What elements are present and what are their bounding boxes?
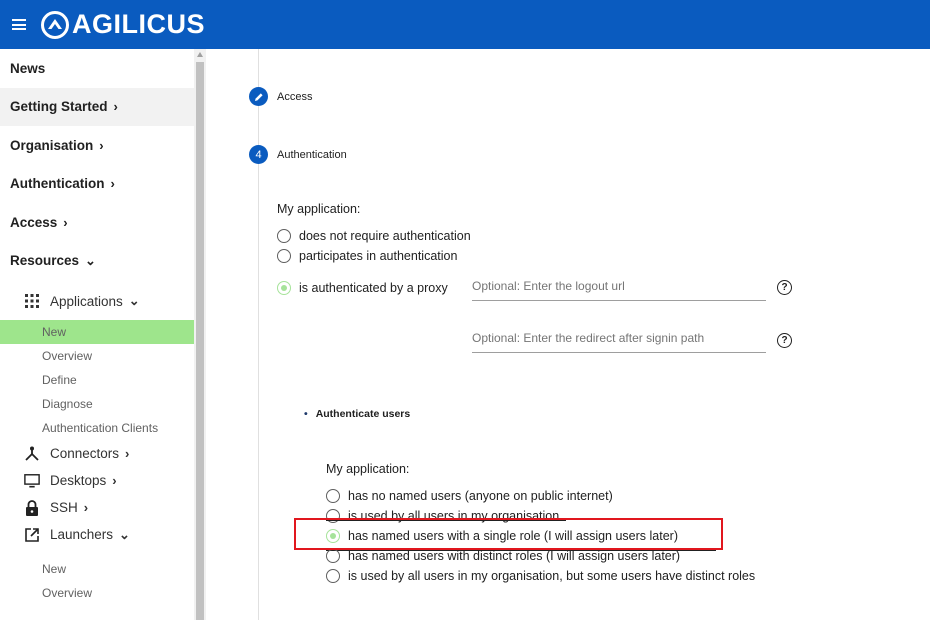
radio-authenticated-by-proxy[interactable]: is authenticated by a proxy	[277, 281, 448, 295]
sidebar-item-label: News	[10, 60, 46, 76]
sidebar-item-resources[interactable]: Resources ⌄	[0, 242, 194, 281]
chevron-down-icon: ⌄	[85, 252, 96, 268]
agilicus-logo-icon	[41, 10, 69, 39]
chevron-right-icon: ›	[63, 214, 68, 230]
redirect-path-field[interactable]	[472, 329, 766, 353]
sidebar-item-label: Connectors	[50, 446, 120, 461]
network-icon	[24, 446, 40, 462]
chevron-right-icon: ›	[112, 473, 117, 488]
scrollbar-thumb[interactable]	[196, 62, 204, 620]
chevron-down-icon: ⌄	[128, 293, 140, 308]
menu-icon[interactable]	[12, 17, 26, 33]
sidebar-item-ssh[interactable]: SSH ›	[0, 494, 194, 521]
radio-participates-authentication[interactable]: participates in authentication	[277, 249, 457, 263]
sidebar-item-applications-overview[interactable]: Overview	[0, 344, 194, 368]
sidebar-item-launchers-overview[interactable]: Overview	[0, 581, 194, 605]
sidebar-item-label: SSH	[50, 500, 78, 515]
sidebar-item-applications-new[interactable]: New	[0, 320, 194, 344]
users-prompt: My application:	[326, 462, 410, 476]
top-app-bar: AGILICUS	[0, 0, 930, 49]
sidebar-item-launchers[interactable]: Launchers ⌄	[0, 521, 194, 548]
radio-circle[interactable]	[326, 549, 340, 563]
step-edit-icon[interactable]	[249, 87, 268, 106]
sidebar-item-applications[interactable]: Applications ⌄	[0, 282, 194, 320]
radio-circle[interactable]	[277, 249, 291, 263]
radio-label: does not require authentication	[299, 229, 471, 243]
sidebar-item-label: New	[42, 325, 67, 339]
app-logo[interactable]: AGILICUS	[40, 9, 205, 40]
sidebar-item-connectors[interactable]: Connectors ›	[0, 440, 194, 467]
sidebar-item-label: Define	[42, 373, 77, 387]
chevron-right-icon: ›	[125, 446, 130, 461]
radio-label: participates in authentication	[299, 249, 458, 263]
radio-all-users-some-distinct[interactable]: is used by all users in my organisation,…	[326, 569, 755, 583]
sidebar-item-access[interactable]: Access ›	[0, 203, 194, 242]
sidebar-item-label: Authentication	[10, 176, 105, 192]
step-label-access[interactable]: Access	[277, 91, 312, 103]
radio-no-authentication[interactable]: does not require authentication	[277, 229, 471, 243]
redirect-path-input[interactable]	[472, 329, 766, 345]
chevron-right-icon: ›	[113, 99, 118, 115]
radio-distinct-roles[interactable]: has named users with distinct roles (I w…	[326, 549, 680, 563]
sidebar-item-label: New	[42, 562, 67, 576]
chevron-right-icon: ›	[99, 137, 104, 153]
chevron-down-icon: ⌄	[119, 526, 130, 542]
logout-url-input[interactable]	[472, 277, 766, 293]
radio-label: has named users with distinct roles (I w…	[348, 549, 681, 563]
scroll-up-arrow-icon[interactable]	[197, 52, 203, 57]
sidebar-item-news[interactable]: News	[0, 49, 194, 88]
chevron-right-icon: ›	[83, 500, 89, 515]
sidebar-item-authentication-clients[interactable]: Authentication Clients	[0, 416, 194, 440]
sidebar-item-label: Organisation	[10, 137, 94, 153]
sidebar-item-label: Launchers	[50, 527, 114, 542]
sidebar-item-label: Overview	[42, 586, 93, 600]
radio-circle-selected[interactable]	[277, 281, 291, 295]
sidebar-item-desktops[interactable]: Desktops ›	[0, 467, 194, 494]
radio-circle[interactable]	[326, 569, 340, 583]
lock-icon	[24, 499, 40, 516]
stepper-line	[258, 49, 259, 620]
step-number-badge: 4	[249, 145, 268, 164]
sidebar: News Getting Started › Organisation › Auth…	[0, 49, 194, 620]
sidebar-item-authentication[interactable]: Authentication ›	[0, 165, 194, 204]
app-name: AGILICUS	[72, 9, 206, 39]
radio-label: is authenticated by a proxy	[299, 281, 448, 295]
authenticate-users-heading: Authenticate users	[304, 408, 411, 420]
sidebar-item-label: Overview	[42, 349, 93, 363]
radio-no-named-users[interactable]: has no named users (anyone on public int…	[326, 489, 613, 503]
sidebar-scrollbar[interactable]	[194, 49, 206, 620]
chevron-right-icon: ›	[110, 176, 115, 192]
sidebar-item-label: Getting Started	[10, 99, 108, 115]
monitor-icon	[24, 473, 40, 489]
sidebar-item-organisation[interactable]: Organisation ›	[0, 126, 194, 165]
logout-url-field[interactable]	[472, 277, 766, 301]
sidebar-item-label: Authentication Clients	[42, 421, 159, 435]
sidebar-item-launchers-new[interactable]: New	[0, 557, 194, 581]
radio-label: is used by all users in my organisation,…	[348, 569, 756, 583]
radio-circle[interactable]	[277, 229, 291, 243]
sidebar-item-label: Access	[10, 214, 58, 230]
radio-label: has no named users (anyone on public int…	[348, 489, 613, 503]
help-icon[interactable]: ?	[777, 333, 792, 348]
selection-highlight-box	[294, 518, 723, 550]
sidebar-item-getting-started[interactable]: Getting Started ›	[0, 87, 194, 126]
auth-prompt: My application:	[277, 202, 361, 216]
sidebar-item-label: Resources	[10, 253, 80, 269]
sidebar-item-label: Desktops	[50, 473, 107, 488]
step-label-authentication[interactable]: Authentication	[277, 149, 347, 161]
main-content: Access 4 Authentication My application: …	[206, 49, 930, 620]
sidebar-item-applications-define[interactable]: Define	[0, 368, 194, 392]
grid-icon	[24, 293, 40, 309]
sidebar-item-label: Diagnose	[42, 397, 93, 411]
launch-icon	[24, 527, 40, 543]
radio-circle[interactable]	[326, 489, 340, 503]
sidebar-item-applications-diagnose[interactable]: Diagnose	[0, 392, 194, 416]
sidebar-item-label: Applications	[50, 293, 123, 309]
help-icon[interactable]: ?	[777, 280, 792, 295]
